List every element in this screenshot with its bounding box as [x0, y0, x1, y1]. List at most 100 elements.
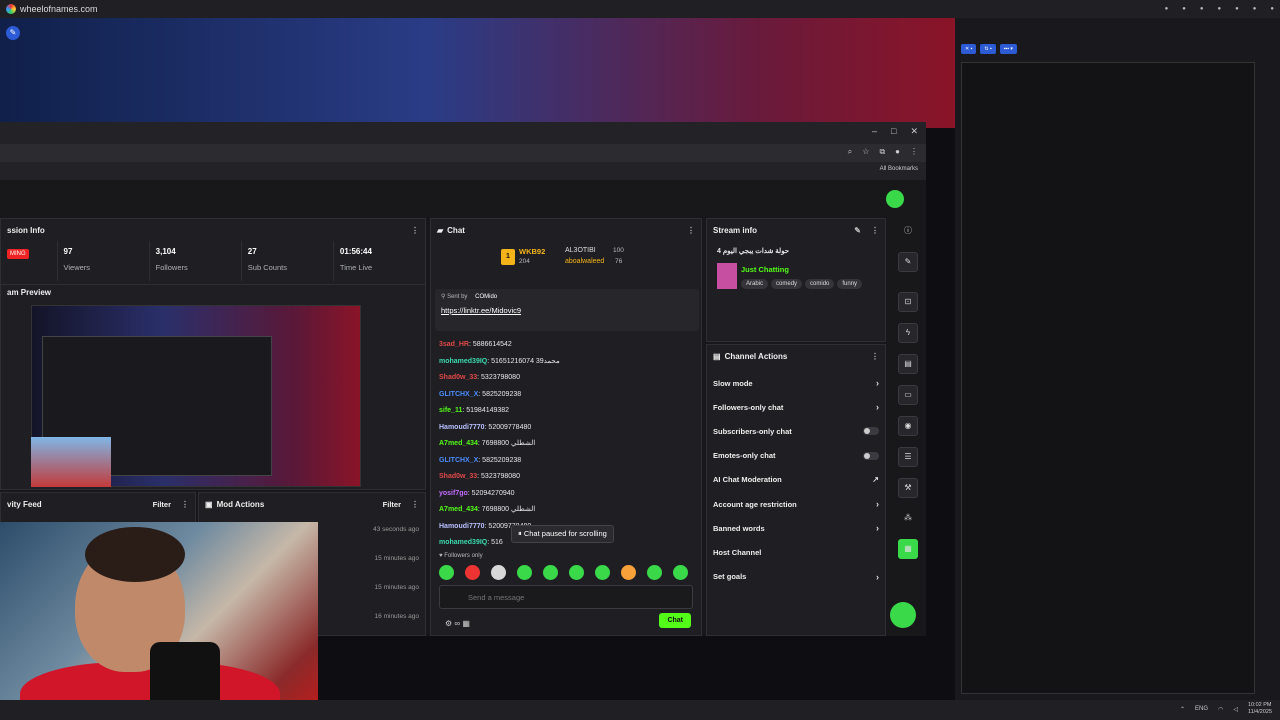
- chat-message[interactable]: Shad0w_33: 5323798080: [439, 370, 699, 387]
- chat-username[interactable]: yosif7go: [439, 490, 468, 497]
- more-icon[interactable]: ⋮: [411, 500, 419, 509]
- chat-username[interactable]: GLITCHX_X: [439, 457, 478, 464]
- tag[interactable]: funny: [837, 279, 863, 289]
- profile-icon[interactable]: ●: [895, 147, 900, 157]
- emote-icon[interactable]: [543, 565, 558, 580]
- extensions-icon[interactable]: ⧉: [879, 147, 885, 157]
- emote-icon[interactable]: [465, 565, 480, 580]
- chat-message[interactable]: A7med_434: 7698800 الشطلي: [439, 502, 699, 519]
- support-chat-icon[interactable]: [890, 602, 916, 628]
- action-subscribers-only[interactable]: Subscribers-only chat: [707, 419, 885, 443]
- leader-name[interactable]: aboalwaleed: [565, 258, 604, 265]
- emote-icon[interactable]: [647, 565, 662, 580]
- language-indicator[interactable]: ENG: [1195, 706, 1208, 712]
- document-icon[interactable]: ▤: [898, 354, 918, 374]
- filter-button[interactable]: Filter: [153, 500, 171, 509]
- chat-message[interactable]: GLITCHX_X: 5825209238: [439, 453, 699, 470]
- bookmark-item[interactable]: ●: [1200, 6, 1204, 12]
- action-account-age[interactable]: Account age restriction ›: [707, 492, 885, 516]
- wifi-icon[interactable]: ◠: [1218, 706, 1223, 713]
- chat-username[interactable]: Shad0w_33: [439, 473, 477, 480]
- chat-message[interactable]: 3sad_HR: 5886614542: [439, 337, 699, 354]
- bookmark-item[interactable]: ●: [1253, 6, 1257, 12]
- chat-message[interactable]: yosif7go: 52094270940: [439, 486, 699, 503]
- bookmark-item[interactable]: ●: [1270, 6, 1274, 12]
- action-slow-mode[interactable]: Slow mode ›: [707, 371, 885, 395]
- chat-message[interactable]: Shad0w_33: 5323798080: [439, 469, 699, 486]
- chat-username[interactable]: sife_11: [439, 407, 462, 414]
- bookmark-item[interactable]: ●: [1182, 6, 1186, 12]
- action-ai-moderation[interactable]: AI Chat Moderation ↗: [707, 468, 885, 492]
- chat-username[interactable]: A7med_434: [439, 506, 478, 513]
- pinned-link[interactable]: https://linktr.ee/Midovic9: [441, 306, 693, 315]
- subscribers-only-toggle[interactable]: [863, 427, 879, 436]
- filter-button[interactable]: Filter: [383, 500, 401, 509]
- action-followers-only[interactable]: Followers-only chat ›: [707, 395, 885, 419]
- pinned-sender[interactable]: COMido: [475, 294, 497, 300]
- send-chat-button[interactable]: Chat: [659, 613, 691, 628]
- more-icon[interactable]: ⋮: [687, 226, 695, 235]
- bookmark-item[interactable]: ●: [1235, 6, 1239, 12]
- tray-chevron-icon[interactable]: ⌃: [1180, 706, 1185, 713]
- chat-username[interactable]: Hamoudi7770: [439, 424, 485, 431]
- settings-icon[interactable]: ⚙ ∞ ▦: [445, 619, 470, 628]
- chat-username[interactable]: A7med_434: [439, 440, 478, 447]
- chat-username[interactable]: mohamed39IQ: [439, 539, 487, 546]
- all-bookmarks[interactable]: All Bookmarks: [880, 166, 918, 172]
- emote-icon[interactable]: [673, 565, 688, 580]
- address-display[interactable]: wheelofnames.com: [6, 4, 98, 14]
- pinned-message[interactable]: ⚲ Sent by COMido https://linktr.ee/Midov…: [435, 289, 699, 331]
- chip[interactable]: ▪▪▪ ▾: [999, 44, 1017, 54]
- action-set-goals[interactable]: Set goals ›: [707, 565, 885, 589]
- category-name[interactable]: Just Chatting: [741, 265, 789, 274]
- action-host-channel[interactable]: Host Channel: [707, 540, 885, 564]
- list-icon[interactable]: ☰: [898, 447, 918, 467]
- emote-icon[interactable]: [621, 565, 636, 580]
- chat-username[interactable]: Shad0w_33: [439, 374, 477, 381]
- emote-icon[interactable]: [491, 565, 506, 580]
- edit-icon[interactable]: ✎: [6, 26, 20, 40]
- address-bar[interactable]: ⌕ ☆ ⧉ ● ⋮: [0, 144, 926, 162]
- emotes-only-toggle[interactable]: [863, 451, 879, 460]
- add-widget-icon[interactable]: ▦: [898, 539, 918, 559]
- close-icon[interactable]: ✕: [910, 126, 918, 137]
- zoom-icon[interactable]: ⌕: [848, 147, 852, 157]
- chat-username[interactable]: Hamoudi7770: [439, 523, 485, 530]
- chip[interactable]: ✕ ▪: [961, 44, 977, 54]
- action-banned-words[interactable]: Banned words ›: [707, 516, 885, 540]
- action-emotes-only[interactable]: Emotes-only chat: [707, 444, 885, 468]
- volume-icon[interactable]: ◁: [1233, 706, 1238, 713]
- more-icon[interactable]: ⋮: [871, 352, 879, 361]
- more-icon[interactable]: ⋮: [411, 226, 419, 235]
- chat-message[interactable]: sife_11: 51984149382: [439, 403, 699, 420]
- broadcast-icon[interactable]: ◉: [898, 416, 918, 436]
- avatar[interactable]: [886, 190, 904, 208]
- minimize-icon[interactable]: –: [872, 126, 877, 137]
- more-icon[interactable]: ⋮: [871, 226, 879, 235]
- chip[interactable]: ⇅ ▪: [980, 44, 996, 54]
- emote-icon[interactable]: [517, 565, 532, 580]
- info-icon[interactable]: ⓘ: [898, 222, 918, 242]
- chat-paused-indicator[interactable]: ⏸ Chat paused for scrolling: [511, 525, 614, 543]
- emote-icon[interactable]: [569, 565, 584, 580]
- screen-icon[interactable]: ⊡: [898, 292, 918, 312]
- clock[interactable]: 10:02 PM 11/4/2025: [1248, 702, 1272, 716]
- emote-icon[interactable]: [439, 565, 454, 580]
- chat-message[interactable]: mohamed39IQ: 51651216074 39محمد: [439, 354, 699, 371]
- maximize-icon[interactable]: □: [891, 126, 896, 137]
- menu-icon[interactable]: ⋮: [910, 147, 918, 157]
- chat-message[interactable]: GLITCHX_X: 5825209238: [439, 387, 699, 404]
- chat-username[interactable]: GLITCHX_X: [439, 391, 478, 398]
- tag[interactable]: Arabic: [741, 279, 769, 289]
- edit-icon[interactable]: ✎: [854, 226, 861, 235]
- chat-message[interactable]: Hamoudi7770: 52009778480: [439, 420, 699, 437]
- chat-username[interactable]: mohamed39IQ: [439, 358, 487, 365]
- wrench-icon[interactable]: ⚒: [898, 478, 918, 498]
- bookmark-item[interactable]: ●: [1165, 6, 1169, 12]
- lightning-icon[interactable]: ϟ: [898, 323, 918, 343]
- tag[interactable]: comido: [805, 279, 835, 289]
- bookmark-item[interactable]: ●: [1218, 6, 1222, 12]
- chat-input[interactable]: [439, 585, 693, 609]
- tag[interactable]: comedy: [771, 279, 803, 289]
- chat-message[interactable]: A7med_434: 7698800 الشطلي: [439, 436, 699, 453]
